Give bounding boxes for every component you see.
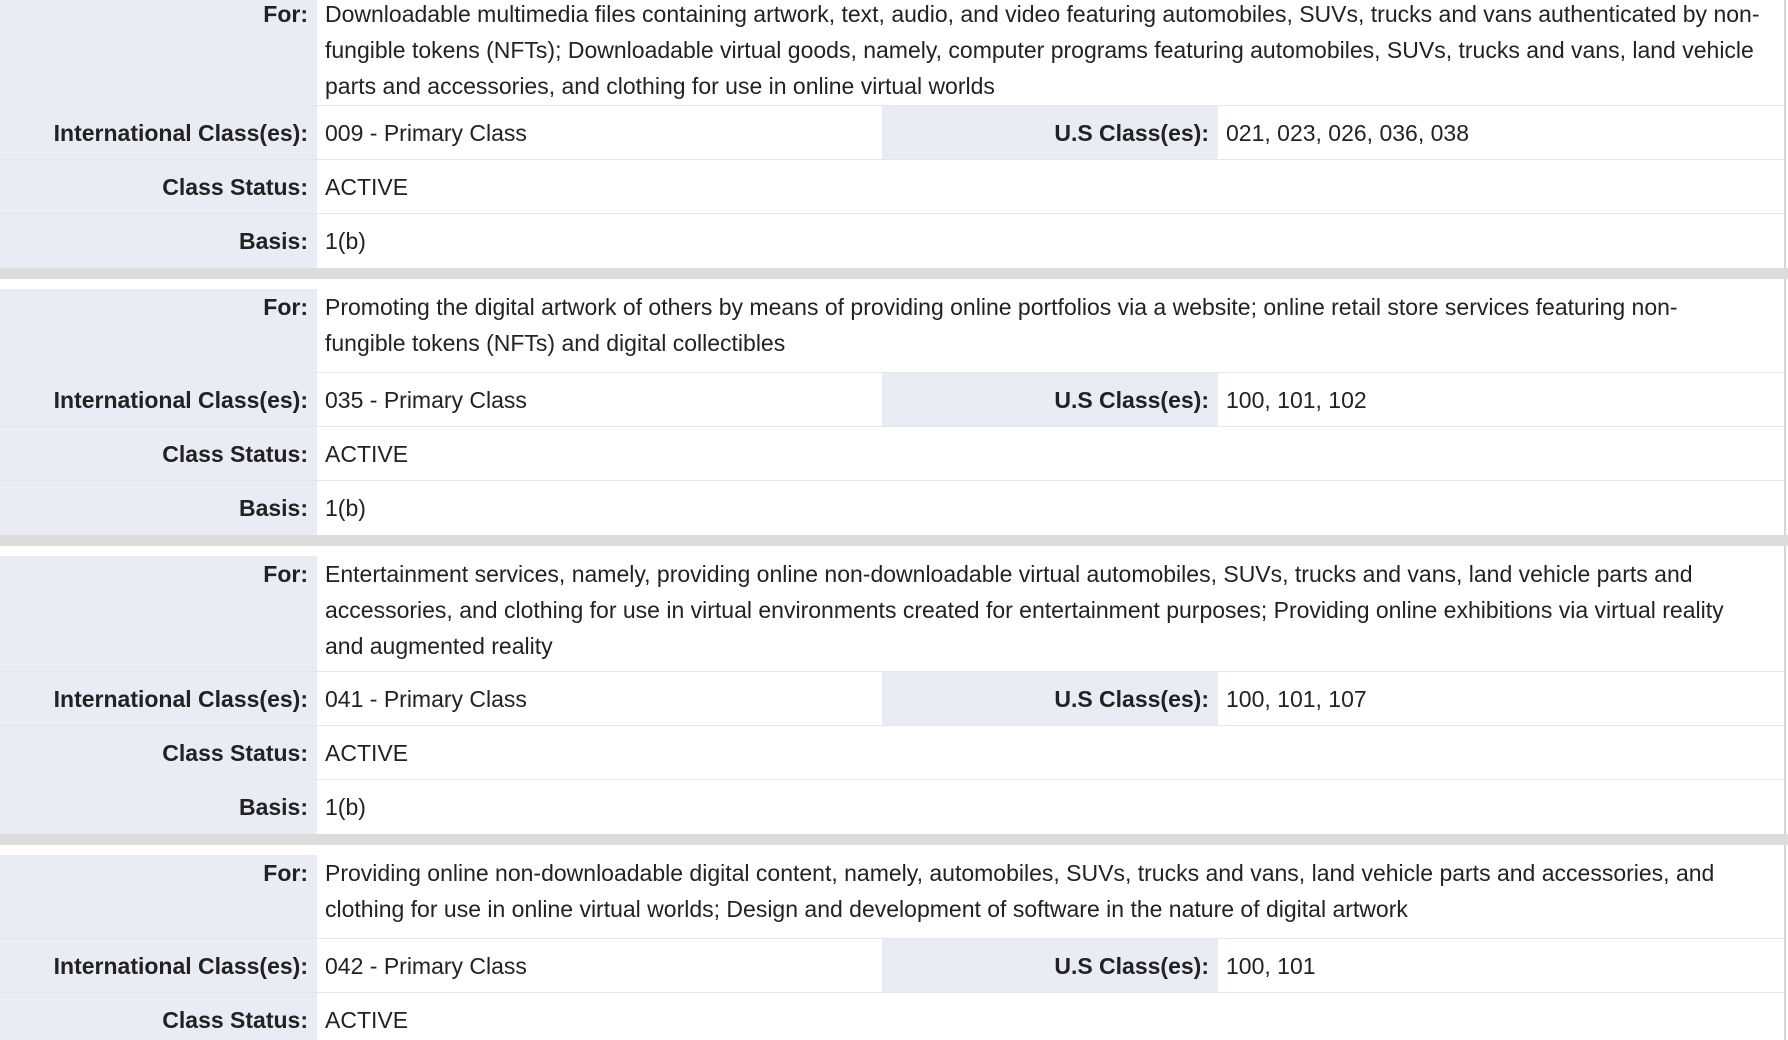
basis-row: Basis: 1(b)	[0, 481, 1784, 535]
status-row: Class Status: ACTIVE	[0, 160, 1784, 214]
for-row: For: Providing online non-downloadable d…	[0, 845, 1784, 939]
class-entry-009: For: Downloadable multimedia files conta…	[0, 0, 1786, 268]
class-status-label: Class Status:	[0, 427, 317, 480]
us-class-value: 100, 101, 102	[1218, 373, 1784, 426]
basis-label: Basis:	[0, 481, 317, 535]
for-description: Entertainment services, namely, providin…	[317, 556, 1784, 671]
basis-label: Basis:	[0, 780, 317, 834]
entry-separator	[0, 834, 1788, 845]
class-status-label: Class Status:	[0, 993, 317, 1040]
class-row: International Class(es): 042 - Primary C…	[0, 939, 1784, 993]
for-description: Downloadable multimedia files containing…	[317, 0, 1784, 105]
basis-value: 1(b)	[317, 214, 1784, 268]
us-class-value: 100, 101	[1218, 939, 1784, 992]
class-status-value: ACTIVE	[317, 726, 1784, 779]
class-status-label: Class Status:	[0, 160, 317, 213]
us-class-value: 021, 023, 026, 036, 038	[1218, 106, 1784, 159]
international-class-label: International Class(es):	[0, 373, 317, 426]
class-status-value: ACTIVE	[317, 427, 1784, 480]
international-class-value: 009 - Primary Class	[317, 106, 882, 159]
us-class-label: U.S Class(es):	[882, 106, 1218, 159]
for-row: For: Entertainment services, namely, pro…	[0, 546, 1784, 672]
international-class-label: International Class(es):	[0, 106, 317, 159]
for-label: For:	[0, 0, 317, 105]
us-class-value: 100, 101, 107	[1218, 672, 1784, 725]
trademark-goods-services-list: For: Downloadable multimedia files conta…	[0, 0, 1788, 1040]
basis-label: Basis:	[0, 214, 317, 268]
class-entry-042: For: Providing online non-downloadable d…	[0, 845, 1786, 1040]
international-class-label: International Class(es):	[0, 939, 317, 992]
for-row: For: Downloadable multimedia files conta…	[0, 0, 1784, 106]
for-row: For: Promoting the digital artwork of ot…	[0, 279, 1784, 373]
entry-separator	[0, 535, 1788, 546]
for-description: Promoting the digital artwork of others …	[317, 289, 1784, 372]
international-class-value: 041 - Primary Class	[317, 672, 882, 725]
class-status-value: ACTIVE	[317, 160, 1784, 213]
international-class-label: International Class(es):	[0, 672, 317, 725]
status-row: Class Status: ACTIVE	[0, 427, 1784, 481]
class-status-value: ACTIVE	[317, 993, 1784, 1040]
for-label: For:	[0, 556, 317, 671]
class-row: International Class(es): 035 - Primary C…	[0, 373, 1784, 427]
class-status-label: Class Status:	[0, 726, 317, 779]
basis-row: Basis: 1(b)	[0, 780, 1784, 834]
for-description: Providing online non-downloadable digita…	[317, 855, 1784, 938]
basis-value: 1(b)	[317, 780, 1784, 834]
status-row: Class Status: ACTIVE	[0, 726, 1784, 780]
international-class-value: 035 - Primary Class	[317, 373, 882, 426]
international-class-value: 042 - Primary Class	[317, 939, 882, 992]
status-row: Class Status: ACTIVE	[0, 993, 1784, 1040]
for-label: For:	[0, 289, 317, 372]
class-row: International Class(es): 041 - Primary C…	[0, 672, 1784, 726]
class-entry-041: For: Entertainment services, namely, pro…	[0, 546, 1786, 834]
entry-separator	[0, 268, 1788, 279]
class-row: International Class(es): 009 - Primary C…	[0, 106, 1784, 160]
basis-value: 1(b)	[317, 481, 1784, 535]
class-entry-035: For: Promoting the digital artwork of ot…	[0, 279, 1786, 535]
us-class-label: U.S Class(es):	[882, 672, 1218, 725]
basis-row: Basis: 1(b)	[0, 214, 1784, 268]
us-class-label: U.S Class(es):	[882, 373, 1218, 426]
for-label: For:	[0, 855, 317, 938]
us-class-label: U.S Class(es):	[882, 939, 1218, 992]
